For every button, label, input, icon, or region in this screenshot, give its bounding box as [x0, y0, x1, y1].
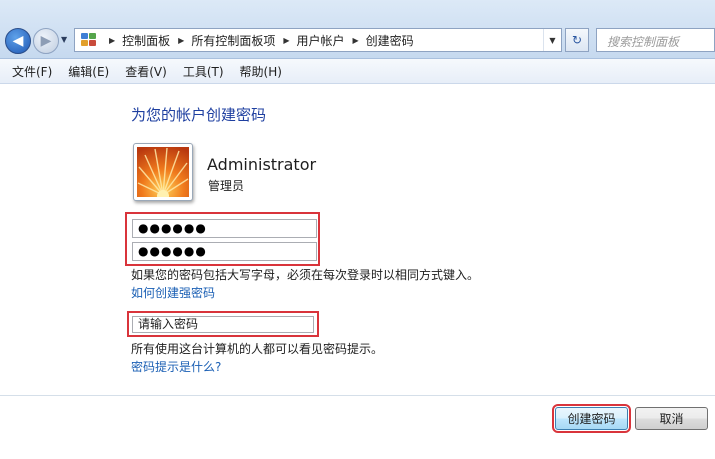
breadcrumb-control-panel[interactable]: 控制面板: [122, 32, 170, 49]
user-role: 管理员: [208, 179, 245, 193]
new-password-input[interactable]: ●●●●●●: [132, 219, 317, 238]
menu-bar: 文件(F) 编辑(E) 查看(V) 工具(T) 帮助(H): [0, 59, 715, 84]
flower-icon: [137, 147, 189, 197]
user-picture: [133, 143, 193, 201]
user-name: Administrator: [207, 155, 317, 174]
chevron-right-icon[interactable]: ▶: [353, 36, 359, 45]
hint-help-link[interactable]: 密码提示是什么?: [131, 358, 221, 375]
chevron-right-icon[interactable]: ▶: [178, 36, 184, 45]
menu-tools[interactable]: 工具(T): [175, 63, 232, 80]
address-dropdown-button[interactable]: ▼: [543, 29, 561, 51]
chevron-right-icon[interactable]: ▶: [109, 36, 115, 45]
password-highlight-box: ●●●●●● ●●●●●●: [125, 212, 320, 266]
password-hint-input[interactable]: 请输入密码: [132, 316, 314, 333]
search-input[interactable]: 搜索控制面板: [596, 28, 715, 52]
control-panel-icon: [81, 33, 97, 47]
menu-file[interactable]: 文件(F): [4, 63, 60, 80]
main-content: 为您的帐户创建密码 Administrator 管理员 ●●●●●● ●●●●●…: [0, 85, 715, 459]
recent-pages-dropdown[interactable]: ▼: [61, 35, 67, 44]
menu-view[interactable]: 查看(V): [117, 63, 175, 80]
back-button[interactable]: ◀: [5, 28, 31, 54]
chevron-right-icon[interactable]: ▶: [283, 36, 289, 45]
breadcrumb-user-accounts[interactable]: 用户帐户: [297, 32, 345, 49]
strong-password-link[interactable]: 如何创建强密码: [131, 284, 215, 301]
cancel-button[interactable]: 取消: [635, 407, 708, 430]
hint-note: 所有使用这台计算机的人都可以看见密码提示。: [131, 342, 384, 356]
refresh-icon: ↻: [571, 33, 583, 47]
breadcrumb-all-items[interactable]: 所有控制面板项: [191, 32, 275, 49]
caps-note: 如果您的密码包括大写字母，必须在每次登录时以相同方式键入。: [131, 268, 480, 282]
forward-button[interactable]: ▶: [33, 28, 59, 54]
hint-highlight-box: 请输入密码: [127, 311, 319, 337]
menu-edit[interactable]: 编辑(E): [60, 63, 117, 80]
page-title: 为您的帐户创建密码: [131, 106, 267, 124]
back-arrow-icon: ◀: [12, 33, 24, 49]
menu-help[interactable]: 帮助(H): [232, 63, 290, 80]
breadcrumb-create-password[interactable]: 创建密码: [366, 32, 414, 49]
confirm-password-input[interactable]: ●●●●●●: [132, 242, 317, 261]
forward-arrow-icon: ▶: [40, 33, 52, 49]
refresh-button[interactable]: ↻: [565, 28, 589, 52]
address-bar: ◀ ▶ ▼ ▶ 控制面板 ▶ 所有控制面板项 ▶ 用户帐户 ▶ 创建密码 ▼ ↻…: [0, 0, 715, 59]
create-password-button[interactable]: 创建密码: [552, 404, 631, 433]
divider: [0, 395, 715, 396]
breadcrumb[interactable]: ▶ 控制面板 ▶ 所有控制面板项 ▶ 用户帐户 ▶ 创建密码 ▼: [74, 28, 562, 52]
